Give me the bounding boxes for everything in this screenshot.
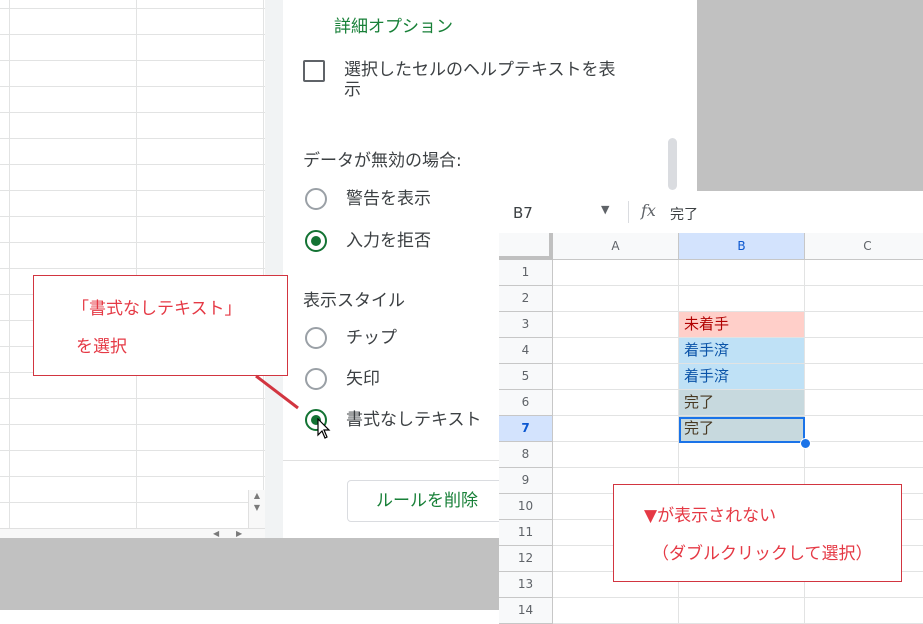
cell-b3[interactable]: 未着手 bbox=[679, 312, 805, 338]
cell-c4[interactable] bbox=[805, 338, 923, 364]
cell-b6[interactable]: 完了 bbox=[679, 390, 805, 416]
radio-label: チップ bbox=[346, 328, 397, 348]
mouse-pointer-icon bbox=[317, 418, 331, 439]
cell-c5[interactable] bbox=[805, 364, 923, 390]
cell-c8[interactable] bbox=[805, 442, 923, 468]
background-sheet-grid bbox=[0, 0, 265, 528]
row-header[interactable]: 12 bbox=[499, 546, 553, 572]
cell-a6[interactable] bbox=[553, 390, 679, 416]
cell-b5[interactable]: 着手済 bbox=[679, 364, 805, 390]
advanced-options-toggle[interactable]: 詳細オプション bbox=[334, 12, 453, 37]
cell-a7[interactable] bbox=[553, 416, 679, 442]
radio-label: 入力を拒否 bbox=[346, 231, 431, 251]
radio-button[interactable] bbox=[305, 188, 327, 210]
row-header[interactable]: 8 bbox=[499, 442, 553, 468]
active-cell-border bbox=[679, 417, 805, 443]
panel-scrollbar-thumb[interactable] bbox=[668, 138, 677, 190]
cell-c7[interactable] bbox=[805, 416, 923, 442]
help-text-checkbox[interactable] bbox=[303, 60, 325, 82]
cell-a4[interactable] bbox=[553, 338, 679, 364]
name-box[interactable]: B7 bbox=[513, 204, 533, 222]
callout-text-line1: ▼が表示されない bbox=[644, 506, 777, 526]
row-header[interactable]: 7 bbox=[499, 416, 553, 442]
callout-text-line2: （ダブルクリックして選択） bbox=[652, 544, 873, 564]
radio-button-selected[interactable] bbox=[305, 230, 327, 252]
cell-b14[interactable] bbox=[679, 598, 805, 624]
radio-label: 矢印 bbox=[346, 369, 380, 389]
formula-bar-divider bbox=[628, 201, 629, 223]
chevron-down-icon[interactable]: ▼ bbox=[601, 203, 609, 216]
cell-a5[interactable] bbox=[553, 364, 679, 390]
panel-gutter bbox=[265, 0, 283, 538]
row-header[interactable]: 3 bbox=[499, 312, 553, 338]
row-header[interactable]: 13 bbox=[499, 572, 553, 598]
cell-a3[interactable] bbox=[553, 312, 679, 338]
cell-a1[interactable] bbox=[553, 260, 679, 286]
radio-button[interactable] bbox=[305, 368, 327, 390]
row-header[interactable]: 5 bbox=[499, 364, 553, 390]
row-header[interactable]: 14 bbox=[499, 598, 553, 624]
cell-a14[interactable] bbox=[553, 598, 679, 624]
radio-label: 書式なしテキスト bbox=[346, 410, 482, 430]
cell-b2[interactable] bbox=[679, 286, 805, 312]
callout-select-plain-text: 「書式なしテキスト」 を選択 bbox=[33, 275, 288, 376]
callout-text-line2: を選択 bbox=[76, 337, 127, 357]
row-header[interactable]: 9 bbox=[499, 468, 553, 494]
cell-a8[interactable] bbox=[553, 442, 679, 468]
formula-bar: B7 ▼ fx 完了 bbox=[499, 191, 923, 234]
row-header[interactable]: 4 bbox=[499, 338, 553, 364]
cell-a2[interactable] bbox=[553, 286, 679, 312]
row-header[interactable]: 6 bbox=[499, 390, 553, 416]
scroll-down-arrow-icon[interactable]: ▼ bbox=[249, 502, 265, 514]
invalid-data-label: データが無効の場合: bbox=[303, 151, 462, 171]
delete-rule-button[interactable]: ルールを削除 bbox=[347, 480, 507, 522]
gray-backdrop-top-right bbox=[697, 0, 923, 191]
fx-icon: fx bbox=[641, 201, 656, 220]
select-all-corner[interactable] bbox=[499, 233, 553, 260]
column-header-b[interactable]: B bbox=[679, 233, 805, 260]
row-header[interactable]: 1 bbox=[499, 260, 553, 286]
cell-c1[interactable] bbox=[805, 260, 923, 286]
radio-label: 警告を表示 bbox=[346, 189, 431, 209]
callout-text-line1: 「書式なしテキスト」 bbox=[72, 299, 242, 319]
cell-b1[interactable] bbox=[679, 260, 805, 286]
cell-b8[interactable] bbox=[679, 442, 805, 468]
row-header[interactable]: 11 bbox=[499, 520, 553, 546]
formula-input[interactable]: 完了 bbox=[670, 204, 698, 224]
help-text-checkbox-label: 選択したセルのヘルプテキストを表 示 bbox=[344, 60, 616, 100]
cell-b4[interactable]: 着手済 bbox=[679, 338, 805, 364]
cell-c2[interactable] bbox=[805, 286, 923, 312]
cell-c6[interactable] bbox=[805, 390, 923, 416]
column-header-a[interactable]: A bbox=[553, 233, 679, 260]
fill-handle[interactable] bbox=[800, 438, 811, 449]
cell-c3[interactable] bbox=[805, 312, 923, 338]
gray-backdrop-bottom bbox=[0, 538, 500, 610]
cell-c14[interactable] bbox=[805, 598, 923, 624]
callout-pointer-line bbox=[255, 374, 299, 410]
row-header[interactable]: 10 bbox=[499, 494, 553, 520]
column-header-c[interactable]: C bbox=[805, 233, 923, 260]
display-style-label: 表示スタイル bbox=[303, 291, 405, 311]
radio-button[interactable] bbox=[305, 327, 327, 349]
background-vertical-scrollbar[interactable]: ▲ ▼ bbox=[248, 490, 265, 528]
scroll-up-arrow-icon[interactable]: ▲ bbox=[249, 490, 265, 502]
row-header[interactable]: 2 bbox=[499, 286, 553, 312]
callout-no-arrow: ▼が表示されない （ダブルクリックして選択） bbox=[613, 484, 902, 582]
